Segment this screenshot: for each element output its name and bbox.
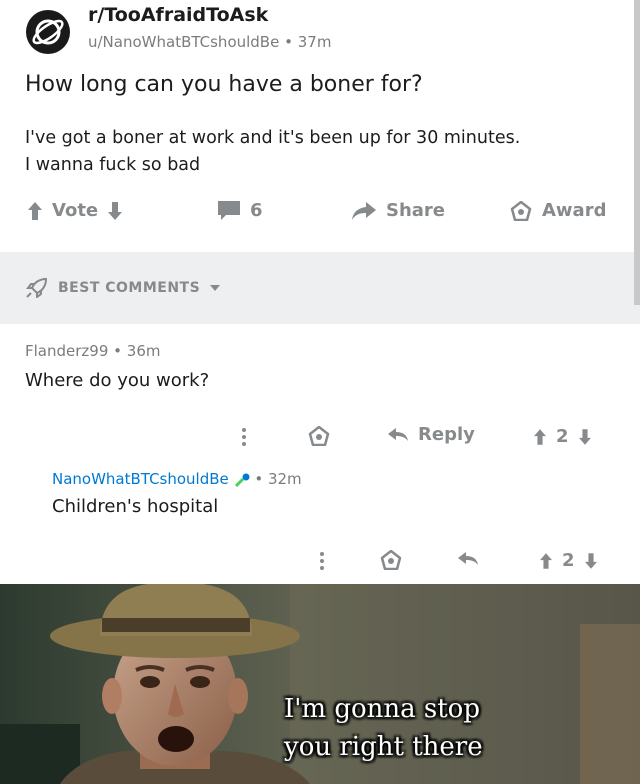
op-author[interactable]: NanoWhatBTCshouldBe	[52, 470, 229, 488]
rocket-icon	[26, 278, 48, 298]
downvote-icon[interactable]	[108, 201, 123, 220]
meta-separator: •	[113, 342, 127, 360]
comment-bubble-icon	[218, 200, 240, 220]
subreddit-name[interactable]: r/TooAfraidToAsk	[88, 4, 268, 26]
comment-age: 32m	[267, 470, 302, 488]
vertical-dots-icon	[320, 552, 324, 570]
more-options-button[interactable]	[242, 428, 246, 446]
post-body: I've got a boner at work and it's been u…	[25, 125, 625, 179]
post-card: r/TooAfraidToAsk u/NanoWhatBTCshouldBe •…	[0, 0, 640, 252]
share-button[interactable]: Share	[352, 200, 445, 221]
post-body-line: I've got a boner at work and it's been u…	[25, 128, 521, 148]
comment-sort-bar: BEST COMMENTS	[0, 252, 640, 324]
award-icon	[308, 426, 330, 446]
meme-image: I'm gonna stop you right there	[0, 584, 640, 784]
meme-caption-line: you right there	[284, 732, 483, 762]
more-options-button[interactable]	[320, 552, 324, 570]
reply-arrow-icon	[458, 552, 478, 565]
downvote-icon[interactable]	[584, 552, 597, 569]
award-button[interactable]	[308, 426, 330, 446]
reply-button[interactable]	[458, 552, 478, 566]
sort-label: BEST COMMENTS	[58, 280, 201, 296]
meta-separator: •	[284, 33, 298, 51]
meme-caption-line: I'm gonna stop	[284, 694, 480, 724]
comment-count: 6	[250, 200, 263, 221]
post-author[interactable]: u/NanoWhatBTCshouldBe	[88, 33, 279, 51]
comment-age: 36m	[126, 342, 161, 360]
award-button[interactable]: Award	[510, 200, 606, 221]
reddit-planet-icon	[28, 12, 68, 52]
award-button[interactable]	[380, 550, 402, 570]
comment-vote-control: 2	[534, 426, 591, 447]
upvote-icon[interactable]	[540, 552, 552, 569]
post-meta: u/NanoWhatBTCshouldBe • 37m	[88, 33, 331, 51]
vote-label: Vote	[52, 200, 99, 221]
scrollbar[interactable]	[634, 0, 640, 305]
comment-score: 2	[562, 550, 575, 571]
microphone-icon	[234, 473, 250, 487]
reply-label: Reply	[418, 424, 475, 445]
comments-button[interactable]: 6	[218, 200, 263, 221]
sort-dropdown[interactable]: BEST COMMENTS	[26, 278, 221, 298]
post-body-line: I wanna fuck so bad	[25, 155, 201, 175]
downvote-icon[interactable]	[578, 428, 591, 445]
award-label: Award	[542, 200, 607, 221]
comment-text: Where do you work?	[25, 370, 210, 391]
post-action-bar: Vote 6 Share Award	[0, 196, 640, 232]
reply-arrow-icon	[388, 427, 408, 441]
subreddit-icon[interactable]	[26, 10, 70, 54]
upvote-icon[interactable]	[534, 428, 546, 445]
comment-thread: Flanderz99 • 36m Where do you work? Repl…	[0, 324, 640, 584]
reply-meta: NanoWhatBTCshouldBe • 32m	[52, 470, 302, 488]
award-icon	[380, 550, 402, 570]
upvote-icon[interactable]	[28, 201, 42, 220]
post-age: 37m	[297, 33, 332, 51]
vote-control: Vote	[28, 200, 123, 221]
meta-separator: •	[254, 470, 268, 488]
caret-down-icon	[210, 285, 221, 291]
share-arrow-icon	[352, 201, 376, 220]
comment-author[interactable]: Flanderz99	[25, 342, 108, 360]
share-label: Share	[386, 200, 446, 221]
comment-vote-control: 2	[540, 550, 597, 571]
comment-meta: Flanderz99 • 36m	[25, 342, 160, 360]
award-icon	[510, 200, 532, 221]
post-title[interactable]: How long can you have a boner for?	[25, 72, 423, 97]
comment-text: Children's hospital	[52, 496, 219, 517]
reply-button[interactable]: Reply	[388, 424, 475, 445]
comment-score: 2	[556, 426, 569, 447]
vertical-dots-icon	[242, 428, 246, 446]
